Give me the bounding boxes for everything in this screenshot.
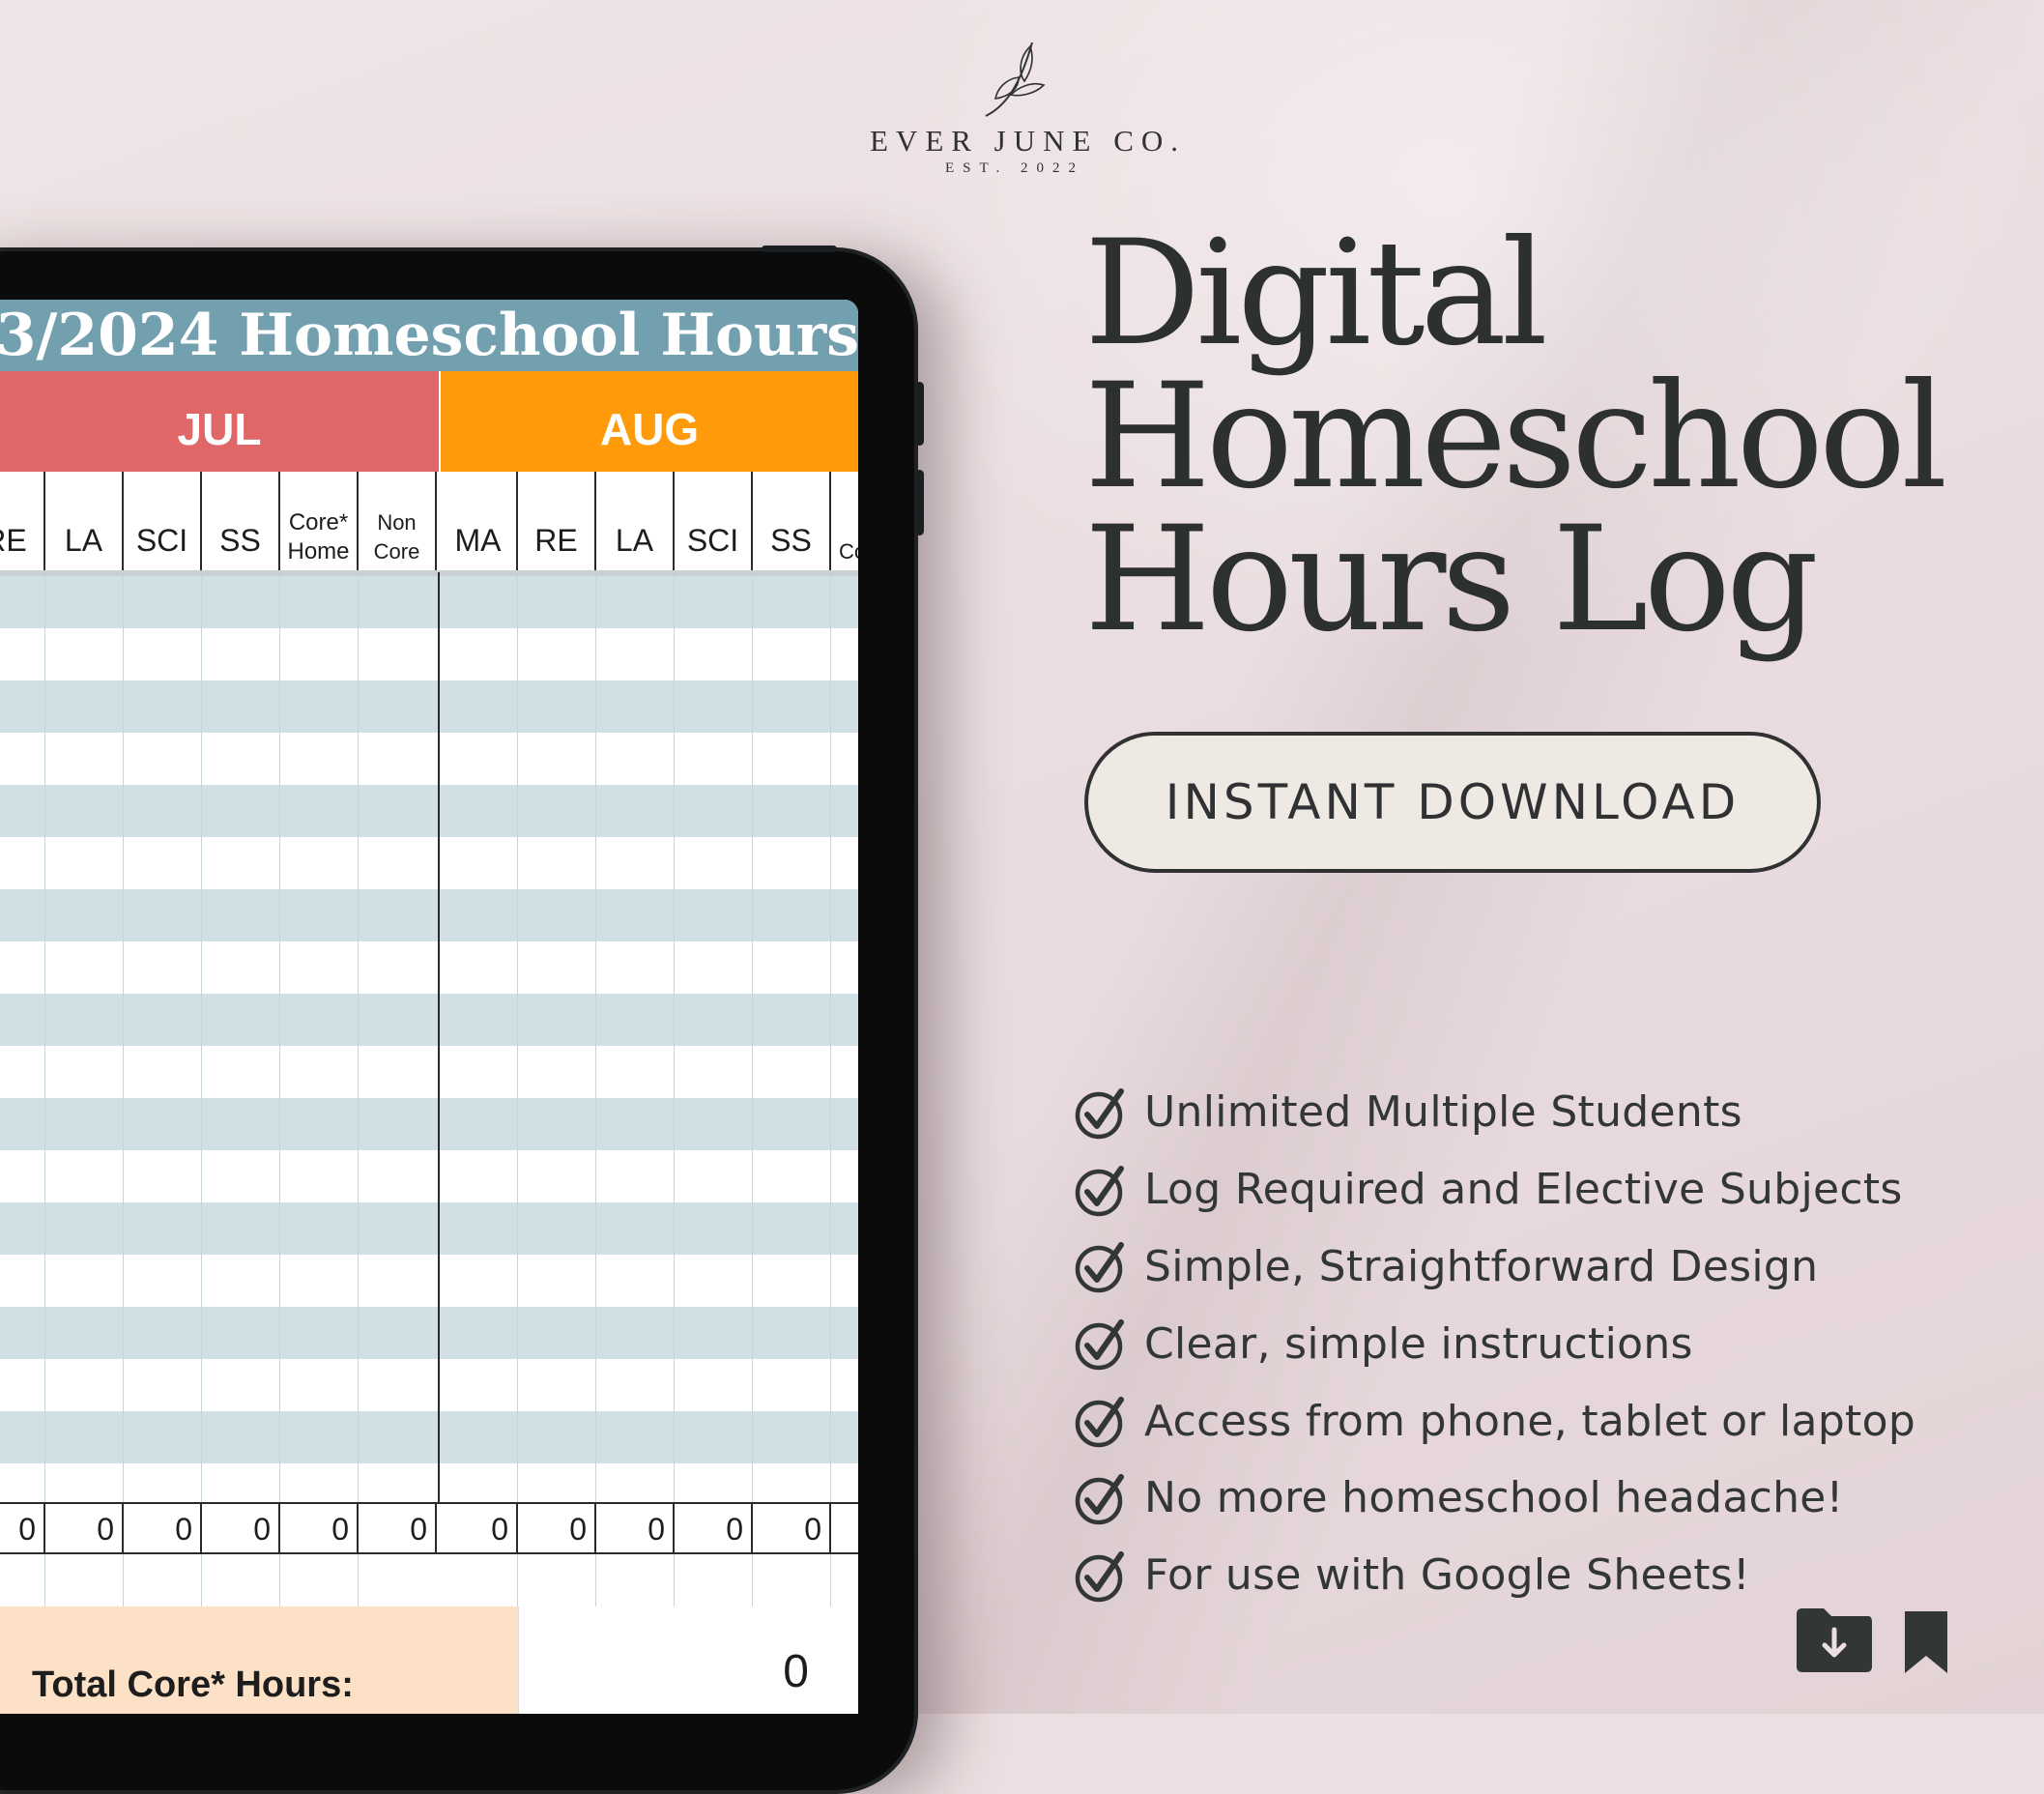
total-core-hours-cell: 0: [518, 1606, 858, 1714]
total-cell: 0: [280, 1504, 359, 1552]
table-row: [0, 1046, 858, 1098]
column-header: MA: [440, 472, 518, 572]
totals-row: 0 0 0 0 0 0 0 0 0 0 0: [0, 1502, 858, 1554]
total-cell: 0: [124, 1504, 202, 1552]
bookmark-icon: [1905, 1611, 1947, 1673]
feature-text: Simple, Straightforward Design: [1144, 1241, 1819, 1291]
table-row: [0, 1359, 858, 1411]
feature-item: Unlimited Multiple Students: [1075, 1074, 2041, 1151]
column-header: Co Ho: [831, 472, 858, 572]
column-header: LA: [596, 472, 675, 572]
table-row: [0, 889, 858, 941]
total-cell: 0: [753, 1504, 831, 1552]
folder-download-icon: [1797, 1608, 1872, 1672]
table-row: [0, 680, 858, 733]
leaf-sprig-icon: [985, 42, 1046, 117]
column-header: LA: [45, 472, 124, 572]
total-core-hours-text: Total Core* Hours:: [32, 1664, 354, 1705]
total-cell: 0: [518, 1504, 596, 1552]
sheet-grid: [0, 576, 858, 1516]
check-circle-icon: [1075, 1397, 1124, 1448]
feature-text: Access from phone, tablet or laptop: [1144, 1396, 1916, 1446]
total-cell: 0: [359, 1504, 437, 1552]
tablet-top-button: [762, 246, 837, 252]
feature-item: Log Required and Elective Subjects: [1075, 1151, 2041, 1229]
total-core-hours-value: 0: [783, 1646, 809, 1697]
total-cell: 0: [440, 1504, 518, 1552]
feature-item: For use with Google Sheets!: [1075, 1537, 2041, 1614]
table-row: [0, 994, 858, 1046]
feature-text: Unlimited Multiple Students: [1144, 1087, 1742, 1138]
month-header-jul: JUL: [0, 371, 439, 472]
feature-item: Clear, simple instructions: [1075, 1305, 2041, 1382]
column-header: Non Core: [359, 472, 437, 572]
tablet-side-button: [915, 382, 924, 446]
table-row: [0, 941, 858, 994]
feature-text: Clear, simple instructions: [1144, 1318, 1693, 1369]
table-row: [0, 733, 858, 785]
check-circle-icon: [1075, 1165, 1124, 1216]
total-cell: [831, 1504, 858, 1552]
column-header: SS: [753, 472, 831, 572]
brand-logo: EVER JUNE CO. EST. 2022: [870, 39, 1187, 177]
total-cell: 0: [45, 1504, 124, 1552]
column-header: SCI: [124, 472, 202, 572]
feature-item: No more homeschool headache!: [1075, 1460, 2041, 1537]
feature-item: Access from phone, tablet or laptop: [1075, 1382, 2041, 1460]
table-row: [0, 1307, 858, 1359]
headline-line: Digital: [1084, 210, 1548, 378]
table-row: [0, 1098, 858, 1150]
check-circle-icon: [1075, 1550, 1124, 1602]
table-row: [0, 837, 858, 889]
table-row: [0, 1411, 858, 1463]
total-cell: 0: [675, 1504, 753, 1552]
check-circle-icon: [1075, 1473, 1124, 1525]
spreadsheet-screen: 23/2024 Homeschool Hours L JUL AUG RE LA…: [0, 300, 858, 1714]
table-row: [0, 1202, 858, 1255]
headline-line: Homeschool: [1084, 353, 1947, 521]
table-row: [0, 628, 858, 680]
total-cell: 0: [202, 1504, 280, 1552]
column-header: SCI: [675, 472, 753, 572]
column-header: RE: [0, 472, 45, 572]
headline: Digital Homeschool Hours Log: [1084, 210, 2012, 664]
instant-download-button[interactable]: INSTANT DOWNLOAD: [1084, 732, 1821, 873]
feature-text: No more homeschool headache!: [1144, 1473, 1844, 1523]
total-cell: 0: [0, 1504, 45, 1552]
brand-established: EST. 2022: [944, 160, 1085, 176]
table-row: [0, 1255, 858, 1307]
total-cell: 0: [596, 1504, 675, 1552]
check-circle-icon: [1075, 1242, 1124, 1293]
sheet-title-bar: 23/2024 Homeschool Hours L: [0, 300, 858, 371]
feature-text: Log Required and Elective Subjects: [1144, 1165, 1903, 1215]
headline-line: Hours Log: [1084, 496, 1819, 664]
tablet-side-button: [915, 470, 924, 535]
feature-item: Simple, Straightforward Design: [1075, 1229, 2041, 1306]
column-header: RE: [518, 472, 596, 572]
month-header-aug: AUG: [441, 371, 858, 472]
column-header: SS: [202, 472, 280, 572]
table-row: [0, 576, 858, 628]
column-header: Core* Home: [280, 472, 359, 572]
total-core-hours-label: Total Core* Hours:: [0, 1606, 518, 1714]
check-circle-icon: [1075, 1319, 1124, 1371]
brand-name: EVER JUNE CO.: [870, 124, 1187, 158]
feature-list: Unlimited Multiple Students Log Required…: [1075, 1074, 2041, 1614]
sheet-title: 23/2024 Homeschool Hours L: [0, 302, 858, 369]
month-separator-line: [438, 572, 440, 1554]
feature-text: For use with Google Sheets!: [1144, 1550, 1750, 1601]
check-circle-icon: [1075, 1087, 1124, 1140]
table-row: [0, 785, 858, 837]
table-row: [0, 1150, 858, 1202]
